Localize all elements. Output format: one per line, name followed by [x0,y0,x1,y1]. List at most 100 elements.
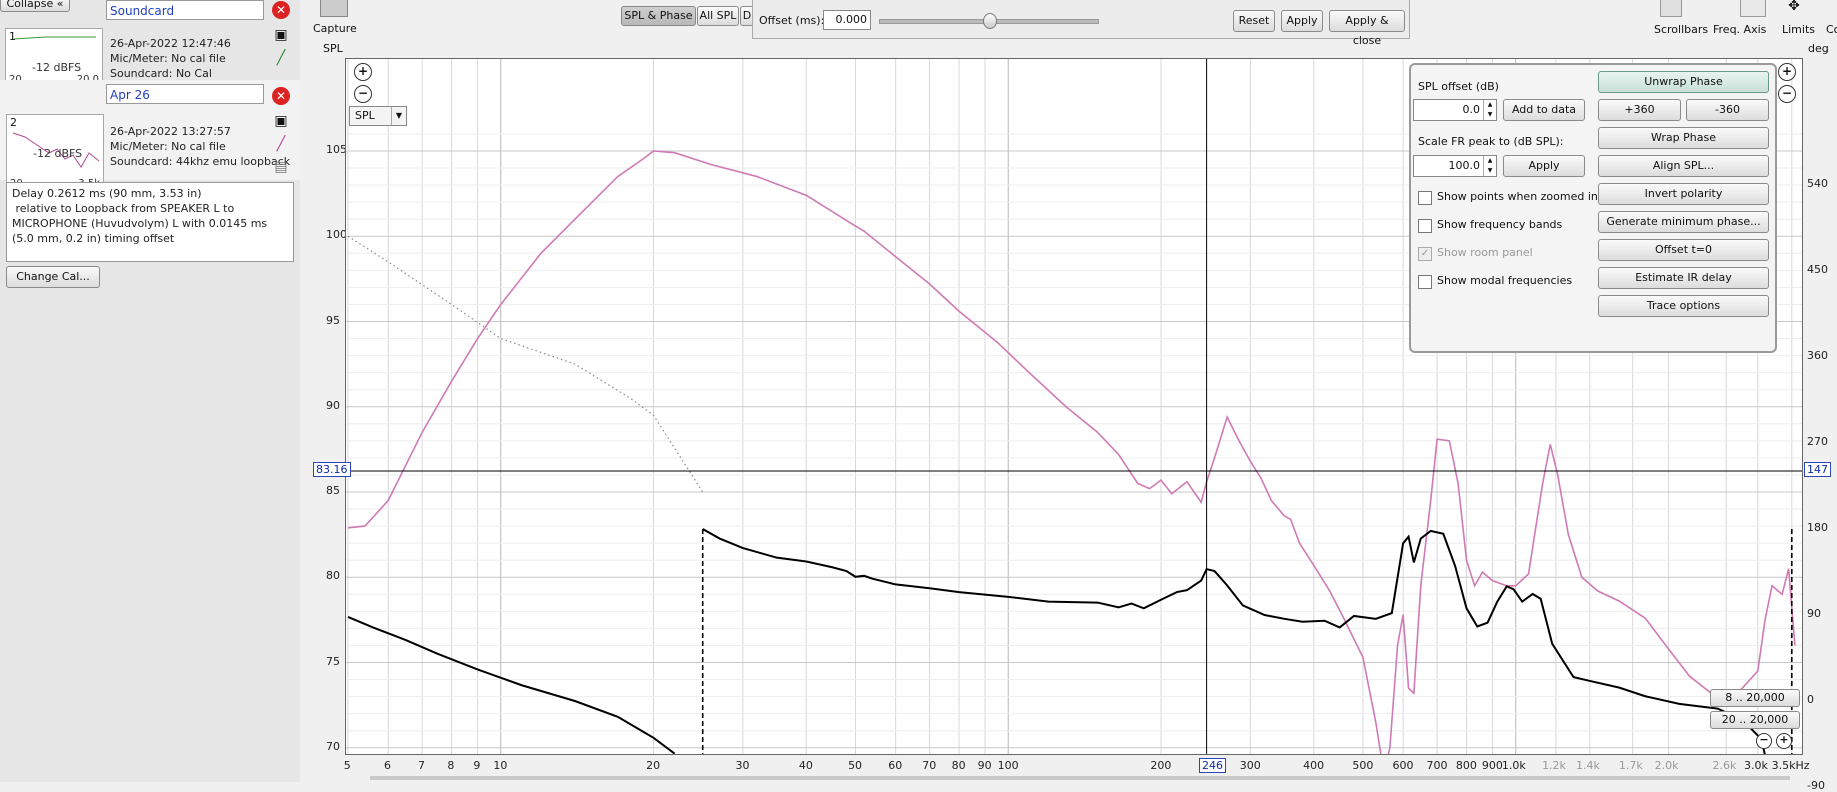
measurement-info: 26-Apr-2022 13:27:57 Mic/Meter: No cal f… [110,124,290,169]
show-modal-frequencies-checkbox[interactable] [1418,275,1432,289]
plus-360-button[interactable]: +360 [1598,99,1681,121]
offset-apply-button[interactable]: Apply [1281,10,1323,32]
x-tick: 700 [1426,759,1448,772]
measurement-item[interactable]: 2 -12 dBFS 20 3.5k Apr 26 26-Apr-2022 13… [0,80,300,192]
show-frequency-bands-label: Show frequency bands [1437,218,1563,231]
generate-minimum-phase-button[interactable]: Generate minimum phase... [1598,211,1769,233]
x-tick: 1.4k [1576,759,1600,772]
close-icon[interactable]: ✕ [272,87,290,105]
save-icon[interactable]: ▣ [272,112,290,130]
cursor-spl-readout: 83.16 [313,462,351,477]
save-icon[interactable]: ▣ [272,26,290,44]
measurement-name-field[interactable]: Apr 26 [106,84,264,104]
delay-text: Delay 0.2612 ms (90 mm, 3.53 in) relativ… [12,187,268,245]
wrap-phase-button[interactable]: Wrap Phase [1598,127,1769,149]
x-tick: 40 [798,759,813,772]
x-tick: 5 [343,759,351,772]
measurement-item[interactable]: 1 -12 dBFS 20 20.0 Soundcard 26-Apr-2022… [0,0,300,88]
limits-label: Limits [1782,23,1815,36]
y-right-tick: 0 [1807,693,1814,706]
range-8-20000-button[interactable]: 8 .. 20,000 [1710,689,1800,707]
scale-fr-stepper[interactable]: 100.0 ▲ ▼ [1413,155,1497,177]
x-tick: 10 [493,759,508,772]
x-tick: 90 [977,759,992,772]
measurement-soundcard: Soundcard: 44khz emu loopback [110,155,291,168]
y-left-title: SPL [323,42,343,55]
notes-icon[interactable]: ▤ [272,158,290,176]
scrollbars-label: Scrollbars [1654,23,1709,36]
graph-controls-panel: SPL offset (dB) 0.0 ▲ ▼ Add to data Scale … [1409,63,1777,353]
show-room-panel-label: Show room panel [1437,246,1533,259]
measurement-mic: Mic/Meter: No cal file [110,52,226,65]
spl-select[interactable]: SPL ▼ [349,106,407,126]
spl-offset-label: SPL offset (dB) [1418,80,1499,93]
minus-360-button[interactable]: -360 [1686,99,1769,121]
x-tick: 1.7k [1618,759,1643,772]
invert-polarity-button[interactable]: Invert polarity [1598,183,1769,205]
y-right-tick: 540 [1807,176,1828,190]
measurements-panel: Collapse « 1 -12 dBFS 20 20.0 Soundcard … [0,0,300,782]
pen-icon[interactable]: ╱ [272,135,290,153]
measurement-name-field[interactable]: Soundcard [106,0,264,20]
x-tick: 30 [735,759,750,772]
trace-options-button[interactable]: Trace options [1598,295,1769,317]
range-20-20000-button[interactable]: 20 .. 20,000 [1710,711,1800,729]
x-tick: 20 [646,759,661,772]
cursor-freq-readout: 246 [1199,758,1226,773]
show-points-checkbox[interactable] [1418,191,1432,205]
tab-all-spl[interactable]: All SPL [697,6,739,26]
zoom-out-x-icon[interactable]: − [1756,733,1772,749]
y-right-tick: 90 [1807,607,1821,620]
delay-info-box: Delay 0.2612 ms (90 mm, 3.53 in) relativ… [6,182,294,262]
capture-icon[interactable] [320,0,348,17]
offset-t0-button[interactable]: Offset t=0 [1598,239,1769,261]
add-to-data-button[interactable]: Add to data [1503,99,1585,121]
measurement-thumbnail[interactable]: 1 -12 dBFS 20 20.0 [5,28,103,88]
x-tick: 9 [473,759,481,772]
horizontal-scrollbar[interactable] [370,776,1790,780]
y-left-tick: 95 [326,313,340,327]
close-icon[interactable]: ✕ [272,1,290,19]
measurement-thumbnail[interactable]: 2 -12 dBFS 20 3.5k [6,114,104,192]
scale-fr-label: Scale FR peak to (dB SPL): [1418,135,1564,148]
freq-axis-icon[interactable] [1740,0,1766,17]
limits-icon[interactable]: ✥ [1780,0,1808,16]
tab-spl-phase[interactable]: SPL & Phase [621,6,696,26]
offset-slider-thumb[interactable] [983,13,997,29]
x-tick: 800 [1455,759,1477,772]
y-left-tick: 105 [326,143,347,156]
reset-button[interactable]: Reset [1233,10,1275,32]
x-tick: 3.5kHz [1771,759,1810,772]
x-tick: 70 [922,759,937,772]
align-spl-button[interactable]: Align SPL... [1598,155,1769,177]
x-tick: 7 [417,759,425,772]
apply-close-button[interactable]: Apply & close [1329,10,1405,47]
phase-trace [702,528,1766,754]
spl-offset-value: 0.0 [1462,103,1481,116]
x-tick: 400 [1303,759,1325,772]
show-room-panel-checkbox[interactable]: ✓ [1418,247,1432,261]
zoom-in-y-icon[interactable]: + [354,63,372,81]
x-tick: 1.0k [1501,759,1526,772]
y-right-tick: 270 [1807,434,1828,448]
x-tick: 80 [951,759,966,772]
offset-slider[interactable] [879,13,1099,29]
scale-apply-button[interactable]: Apply [1503,155,1585,177]
zoom-in-right-icon[interactable]: + [1778,63,1796,81]
chevron-down-icon: ▼ [391,107,406,125]
y-right-tick: 360 [1807,348,1828,362]
stepper-arrows-icon[interactable]: ▲ ▼ [1483,156,1496,176]
stepper-arrows-icon[interactable]: ▲ ▼ [1483,100,1496,120]
zoom-in-x-icon[interactable]: + [1776,733,1792,749]
zoom-out-y-icon[interactable]: − [354,85,372,103]
change-cal-button[interactable]: Change Cal... [6,266,100,288]
scrollbars-icon[interactable] [1660,0,1682,17]
pen-icon[interactable]: ╱ [272,49,290,67]
estimate-ir-delay-button[interactable]: Estimate IR delay [1598,267,1769,289]
unwrap-phase-button[interactable]: Unwrap Phase [1598,71,1769,93]
zoom-out-right-icon[interactable]: − [1778,85,1796,103]
show-frequency-bands-checkbox[interactable] [1418,219,1432,233]
spl-phase-graph[interactable]: + − SPL ▼ + − 8 .. 20,000 20 .. 20,000 −… [345,58,1803,755]
offset-input[interactable]: 0.000 [823,10,871,30]
spl-offset-stepper[interactable]: 0.0 ▲ ▼ [1413,99,1497,121]
